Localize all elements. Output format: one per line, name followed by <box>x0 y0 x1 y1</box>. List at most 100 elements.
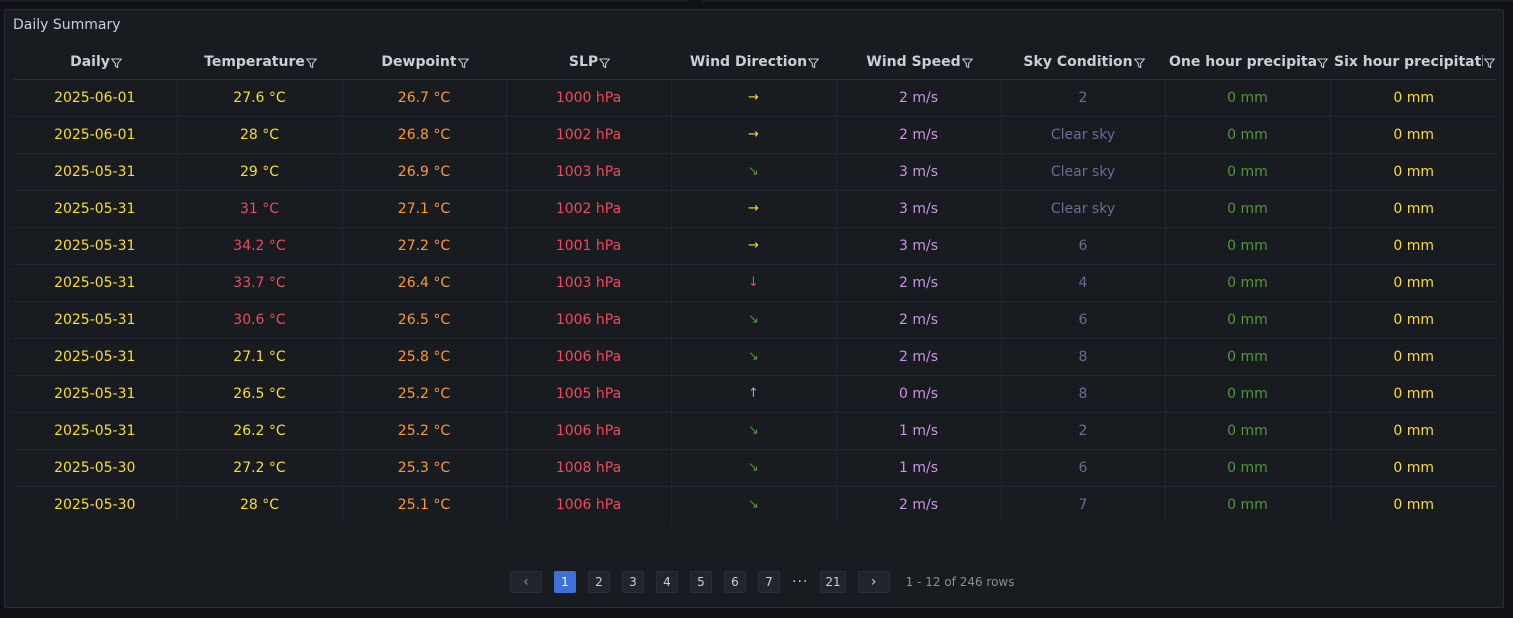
cell-wind-speed: 2 m/s <box>836 116 1002 154</box>
filter-icon[interactable] <box>110 57 123 70</box>
cell-slp: 1006 hPa <box>506 338 672 376</box>
cell-sky-condition: Clear sky <box>1001 153 1166 191</box>
adjacent-panel-edge-right <box>702 0 1513 2</box>
filter-icon[interactable] <box>1133 57 1146 70</box>
cell-one-hour-precip: 0 mm <box>1165 375 1331 413</box>
next-page-button[interactable]: › <box>857 571 890 593</box>
column-header-temperature[interactable]: Temperature <box>177 46 342 80</box>
page-button-2[interactable]: 2 <box>588 571 610 593</box>
page-button-6[interactable]: 6 <box>724 571 746 593</box>
cell-daily: 2025-06-01 <box>13 79 178 117</box>
cell-temperature: 31 °C <box>177 190 343 228</box>
cell-wind-direction: ↘ <box>671 301 837 339</box>
column-header-label: Six hour precipitatio <box>1334 54 1483 71</box>
table-row[interactable]: 2025-05-31 30.6 °C 26.5 °C 1006 hPa ↘ 2 m/s 6 0… <box>13 301 1497 339</box>
table-row[interactable]: 2025-05-31 31 °C 27.1 °C 1002 hPa → 3 m/s Clea… <box>13 190 1497 228</box>
cell-slp: 1003 hPa <box>506 153 672 191</box>
filter-icon[interactable] <box>1316 57 1329 70</box>
cell-slp: 1001 hPa <box>506 227 672 265</box>
page-button-7[interactable]: 7 <box>758 571 780 593</box>
filter-icon[interactable] <box>305 57 318 70</box>
table-row[interactable]: 2025-05-31 33.7 °C 26.4 °C 1003 hPa ↓ 2 m/s 4 0… <box>13 264 1497 302</box>
cell-slp: 1006 hPa <box>506 486 672 523</box>
table-row[interactable]: 2025-05-31 27.1 °C 25.8 °C 1006 hPa ↘ 2 m/s 8 0… <box>13 338 1497 376</box>
cell-temperature: 28 °C <box>177 486 343 523</box>
filter-icon[interactable] <box>598 57 611 70</box>
column-header-sky-condition[interactable]: Sky Condition <box>1001 46 1165 80</box>
column-header-six-hour-precip[interactable]: Six hour precipitatio <box>1330 46 1497 80</box>
page-button-1[interactable]: 1 <box>554 571 576 593</box>
row-count-summary: 1 - 12 of 246 rows <box>905 575 1015 589</box>
table-row[interactable]: 2025-06-01 28 °C 26.8 °C 1002 hPa → 2 m/s Clea… <box>13 116 1497 154</box>
cell-one-hour-precip: 0 mm <box>1165 190 1331 228</box>
cell-wind-speed: 3 m/s <box>836 190 1002 228</box>
column-header-wind-speed[interactable]: Wind Speed <box>836 46 1001 80</box>
table-row[interactable]: 2025-06-01 27.6 °C 26.7 °C 1000 hPa → 2 m/s 2 0… <box>13 79 1497 117</box>
cell-six-hour-precip: 0 mm <box>1330 449 1497 487</box>
cell-wind-speed: 3 m/s <box>836 227 1002 265</box>
column-header-wind-direction[interactable]: Wind Direction <box>671 46 836 80</box>
cell-dewpoint: 25.3 °C <box>342 449 507 487</box>
cell-dewpoint: 26.4 °C <box>342 264 507 302</box>
table-row[interactable]: 2025-05-31 29 °C 26.9 °C 1003 hPa ↘ 3 m/s Clea… <box>13 153 1497 191</box>
page-buttons: 1234567 <box>554 571 792 593</box>
cell-daily: 2025-05-31 <box>13 153 178 191</box>
cell-wind-speed: 2 m/s <box>836 79 1002 117</box>
column-header-daily[interactable]: Daily <box>13 46 177 80</box>
cell-dewpoint: 26.5 °C <box>342 301 507 339</box>
cell-six-hour-precip: 0 mm <box>1393 496 1435 513</box>
cell-dewpoint: 27.2 °C <box>342 227 507 265</box>
chevron-right-icon: › <box>870 574 877 590</box>
cell-six-hour-precip: 0 mm <box>1330 301 1497 339</box>
cell-sky-condition: 2 <box>1001 412 1166 450</box>
cell-slp: 1005 hPa <box>506 375 672 413</box>
table-header: Daily Temperature Dewpoint SLP Wind Directio… <box>13 46 1497 80</box>
cell-wind-speed: 1 m/s <box>836 449 1002 487</box>
cell-slp: 1002 hPa <box>506 190 672 228</box>
cell-six-hour-precip: 0 mm <box>1330 116 1497 154</box>
cell-wind-direction: → <box>671 227 837 265</box>
cell-wind-direction: ↘ <box>671 153 837 191</box>
cell-six-hour-precip: 0 mm <box>1330 338 1497 376</box>
column-header-label: Daily <box>70 54 110 71</box>
cell-wind-direction: ↘ <box>671 449 837 487</box>
page-button-3[interactable]: 3 <box>622 571 644 593</box>
cell-dewpoint: 25.2 °C <box>342 412 507 450</box>
column-header-dewpoint[interactable]: Dewpoint <box>342 46 506 80</box>
cell-temperature: 27.6 °C <box>177 79 343 117</box>
chevron-left-icon: ‹ <box>523 574 529 590</box>
prev-page-button[interactable]: ‹ <box>510 571 542 593</box>
column-header-slp[interactable]: SLP <box>506 46 671 80</box>
cell-six-hour-precip: 0 mm <box>1330 264 1497 302</box>
cell-wind-direction: → <box>671 79 837 117</box>
filter-icon[interactable] <box>961 57 974 70</box>
cell-dewpoint: 26.9 °C <box>342 153 507 191</box>
table-row[interactable]: 2025-05-31 26.2 °C 25.2 °C 1006 hPa ↘ 1 m/s 2 0… <box>13 412 1497 450</box>
table-row[interactable]: 2025-05-31 26.5 °C 25.2 °C 1005 hPa ↑ 0 m/s 8 0… <box>13 375 1497 413</box>
cell-sky-condition: 6 <box>1001 301 1166 339</box>
cell-daily: 2025-05-30 <box>13 449 178 487</box>
cell-dewpoint: 27.1 °C <box>342 190 507 228</box>
table-row[interactable]: 2025-05-30 28 °C 25.1 °C 1006 hPa ↘ 2 m/s 7 0 m… <box>13 486 1497 523</box>
cell-wind-speed: 2 m/s <box>836 486 1002 523</box>
cell-dewpoint: 25.8 °C <box>342 338 507 376</box>
cell-wind-speed: 2 m/s <box>836 338 1002 376</box>
cell-sky-condition: 4 <box>1001 264 1166 302</box>
column-header-label: Dewpoint <box>381 54 457 71</box>
filter-icon[interactable] <box>457 57 470 70</box>
filter-icon[interactable] <box>807 57 820 70</box>
page-button-4[interactable]: 4 <box>656 571 678 593</box>
table-row[interactable]: 2025-05-30 27.2 °C 25.3 °C 1008 hPa ↘ 1 m/s 6 0… <box>13 449 1497 487</box>
column-header-one-hour-precip[interactable]: One hour precipitat <box>1165 46 1330 80</box>
pagination: ‹ 1234567 ··· 21 › 1 - 12 of 246 rows <box>510 570 1015 594</box>
table-row[interactable]: 2025-05-31 34.2 °C 27.2 °C 1001 hPa → 3 m/s 6 0… <box>13 227 1497 265</box>
cell-sky-condition: 8 <box>1001 338 1166 376</box>
page-button-5[interactable]: 5 <box>690 571 712 593</box>
filter-icon[interactable] <box>1483 57 1496 70</box>
cell-sky-condition: Clear sky <box>1001 116 1166 154</box>
adjacent-panel-edge-left <box>0 0 688 2</box>
cell-one-hour-precip: 0 mm <box>1165 79 1331 117</box>
cell-dewpoint: 26.8 °C <box>342 116 507 154</box>
page-button-last[interactable]: 21 <box>820 571 846 593</box>
cell-sky-condition: 6 <box>1001 227 1166 265</box>
